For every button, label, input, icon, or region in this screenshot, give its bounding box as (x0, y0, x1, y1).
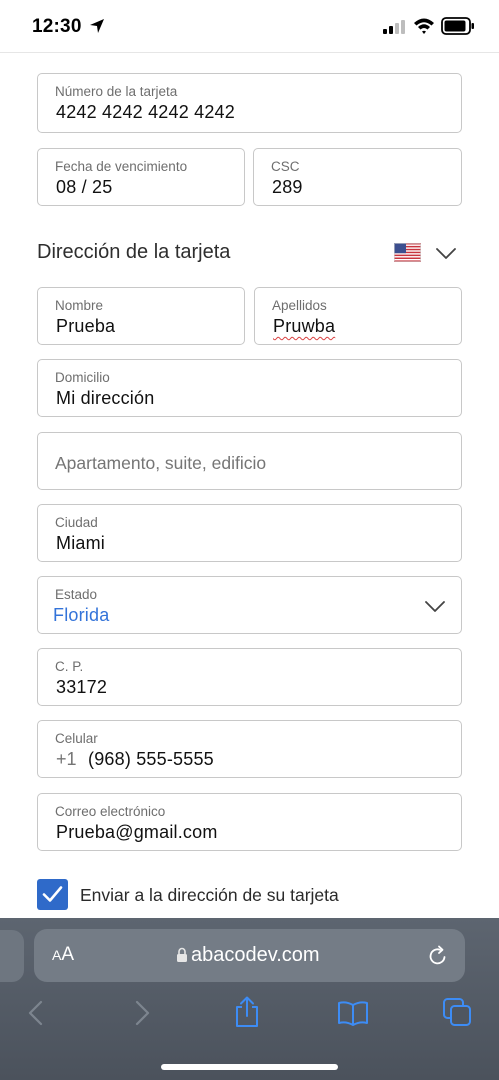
card-number-label: Número de la tarjeta (55, 84, 178, 99)
back-icon[interactable] (27, 1000, 43, 1026)
expiry-date-label: Fecha de vencimiento (55, 159, 188, 174)
card-number-field[interactable]: Número de la tarjeta 4242 4242 4242 4242 (37, 73, 462, 133)
url-text[interactable]: abacodev.com (191, 944, 320, 967)
bookmarks-icon[interactable] (337, 1000, 369, 1026)
csc-value[interactable]: 289 (272, 177, 303, 198)
reload-icon[interactable] (427, 945, 449, 967)
state-chevron-down-icon[interactable] (425, 601, 445, 613)
previous-tab-preview[interactable] (0, 930, 24, 982)
expiry-date-field[interactable]: Fecha de vencimiento 08 / 25 (37, 148, 245, 206)
state-value[interactable]: Florida (53, 605, 109, 626)
first-name-field[interactable]: Nombre Prueba (37, 287, 245, 345)
home-indicator (161, 1064, 338, 1070)
address-value[interactable]: Mi dirección (56, 388, 154, 409)
reader-text-size-button[interactable]: AA (52, 944, 74, 966)
email-label: Correo electrónico (55, 804, 166, 819)
last-name-field[interactable]: Apellidos Pruwba (254, 287, 462, 345)
address-field[interactable]: Domicilio Mi dirección (37, 359, 462, 417)
first-name-label: Nombre (55, 298, 104, 313)
last-name-value[interactable]: Pruwba (273, 316, 335, 337)
city-label: Ciudad (55, 515, 98, 530)
location-arrow-icon (90, 19, 104, 33)
state-select[interactable]: Estado Florida (37, 576, 462, 634)
city-value[interactable]: Miami (56, 533, 105, 554)
email-value[interactable]: Prueba@gmail.com (56, 822, 218, 843)
first-name-value[interactable]: Prueba (56, 316, 115, 337)
address-line2-placeholder[interactable]: Apartamento, suite, edificio (55, 453, 266, 474)
wifi-icon (414, 18, 434, 34)
share-icon[interactable] (234, 996, 260, 1028)
card-number-value[interactable]: 4242 4242 4242 4242 (56, 102, 235, 123)
country-chevron-down-icon[interactable] (436, 248, 456, 260)
status-bar: 12:30 (0, 0, 499, 52)
card-address-title: Dirección de la tarjeta (37, 241, 231, 263)
zip-code-field[interactable]: C. P. 33172 (37, 648, 462, 706)
cellular-signal-icon (383, 20, 405, 34)
last-name-label: Apellidos (272, 298, 327, 313)
address-label: Domicilio (55, 370, 110, 385)
email-field[interactable]: Correo electrónico Prueba@gmail.com (37, 793, 462, 851)
forward-icon[interactable] (135, 1000, 151, 1026)
zip-code-label: C. P. (55, 659, 84, 674)
phone-value[interactable]: (968) 555-5555 (88, 749, 214, 770)
zip-code-value[interactable]: 33172 (56, 677, 107, 698)
lock-icon (177, 947, 187, 962)
ship-to-card-checkbox[interactable] (37, 879, 68, 910)
top-divider (0, 52, 499, 53)
phone-country-prefix: +1 (56, 749, 77, 769)
address-line2-field[interactable]: Apartamento, suite, edificio (37, 432, 462, 490)
battery-icon (441, 17, 474, 35)
state-label: Estado (55, 587, 98, 602)
city-field[interactable]: Ciudad Miami (37, 504, 462, 562)
expiry-date-value[interactable]: 08 / 25 (56, 177, 112, 198)
csc-field[interactable]: CSC 289 (253, 148, 462, 206)
csc-label: CSC (271, 159, 300, 174)
phone-label: Celular (55, 731, 98, 746)
us-flag-icon[interactable] (394, 243, 421, 262)
phone-field[interactable]: Celular +1 (968) 555-5555 (37, 720, 462, 778)
ship-to-card-label[interactable]: Enviar a la dirección de su tarjeta (80, 885, 339, 906)
tabs-icon[interactable] (443, 998, 472, 1027)
status-time: 12:30 (32, 16, 82, 37)
checkmark-icon (42, 886, 63, 902)
